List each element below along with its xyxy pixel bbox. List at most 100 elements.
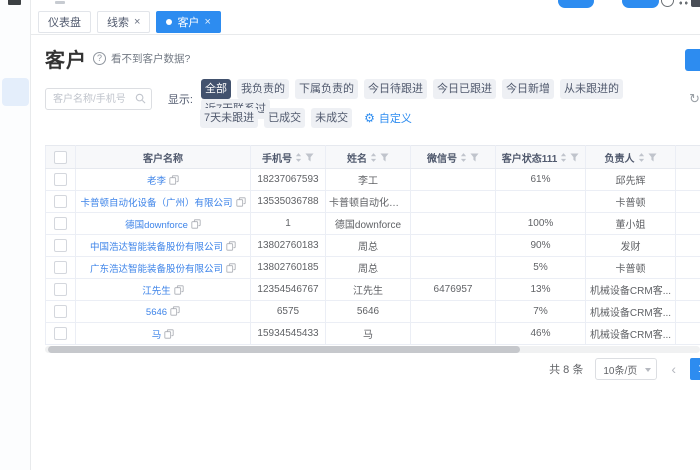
wechat-cell: [410, 212, 496, 235]
column-label: 微信号: [427, 153, 457, 165]
copy-icon[interactable]: [235, 196, 246, 207]
filter-funnel-icon[interactable]: [305, 152, 314, 162]
create-customer-button-partial[interactable]: [685, 49, 700, 71]
wechat-cell: 6476957: [410, 278, 496, 301]
row-checkbox[interactable]: [54, 305, 67, 318]
filter-button[interactable]: 7天未跟进: [200, 108, 259, 128]
prev-page-button[interactable]: ‹: [669, 362, 678, 376]
page-size-select[interactable]: 10条/页: [595, 358, 658, 380]
table-body: 老李 18237067593 李工 61% 邱先辉 卡普顿自动化设备（广州）有限公司 135…: [45, 168, 700, 345]
help-link[interactable]: 看不到客户数据?: [111, 51, 190, 66]
phone-cell: 6575: [250, 300, 326, 323]
refresh-icon[interactable]: ↻: [689, 91, 700, 107]
owner-cell: 董小姐: [585, 212, 676, 235]
customer-name-link[interactable]: 卡普顿自动化设备（广州）有限公司: [80, 198, 232, 209]
horizontal-scrollbar-track[interactable]: [45, 346, 700, 353]
avatar[interactable]: [691, 0, 700, 7]
customer-name-link[interactable]: 5646: [146, 307, 167, 318]
filter-funnel-icon[interactable]: [647, 152, 657, 162]
customer-name-cell: 江先生: [75, 278, 251, 301]
row-checkbox[interactable]: [54, 173, 67, 186]
sort-icon[interactable]: [560, 152, 567, 163]
horizontal-scrollbar-thumb[interactable]: [48, 346, 520, 353]
contract-cell: [675, 168, 700, 191]
filter-button[interactable]: 未成交: [311, 108, 353, 128]
page-1-button[interactable]: 1: [690, 358, 700, 380]
copy-icon[interactable]: [191, 218, 201, 229]
copy-icon[interactable]: [164, 328, 174, 339]
filter-button[interactable]: 今日待跟进: [363, 79, 427, 99]
wechat-cell: [410, 234, 496, 257]
help-icon[interactable]: [661, 0, 674, 7]
wechat-cell: [410, 190, 496, 213]
customer-name-link[interactable]: 老李: [147, 176, 166, 187]
filter-button[interactable]: 已成交: [264, 108, 306, 128]
customer-name-link[interactable]: 德国downforce: [125, 220, 188, 231]
filter-funnel-icon[interactable]: [570, 152, 579, 162]
customer-name-link[interactable]: 中国浩达智能装备股份有限公司: [90, 242, 223, 253]
close-icon[interactable]: ×: [204, 16, 210, 28]
customer-name-cell: 老李: [75, 168, 251, 191]
customer-name-cell: 广东浩达智能装备股份有限公司: [75, 256, 251, 279]
copy-icon[interactable]: [170, 305, 180, 316]
phone-cell: 13802760185: [250, 256, 326, 279]
filter-button[interactable]: 我负责的: [236, 79, 289, 99]
close-icon[interactable]: ×: [134, 16, 140, 28]
topbar-primary-button-1[interactable]: [558, 0, 594, 8]
customer-name-link[interactable]: 江先生: [142, 286, 171, 297]
row-checkbox[interactable]: [54, 261, 67, 274]
checkbox-cell: [45, 322, 76, 345]
total-count: 共 8 条: [549, 364, 584, 376]
custom-filter-label: 自定义: [378, 113, 412, 125]
column-header: 负责人: [585, 145, 676, 169]
custom-filter-button[interactable]: ⚙ 自定义: [364, 110, 412, 126]
checkbox-cell: [45, 190, 76, 213]
tab-customers[interactable]: 客户 ×: [156, 11, 221, 33]
table-row: 中国浩达智能装备股份有限公司 13802760183 周总 90% 发财: [45, 234, 700, 257]
copy-icon[interactable]: [226, 262, 236, 273]
tab-bar: 仪表盘 线索 × 客户 ×: [38, 11, 227, 33]
row-checkbox[interactable]: [54, 217, 67, 230]
column-label: 姓名: [347, 153, 367, 165]
search-icon[interactable]: [135, 93, 146, 104]
wechat-cell: [410, 300, 496, 323]
checkbox-cell: [45, 168, 76, 191]
contract-cell: 3: [675, 278, 700, 301]
status-cell: 5%: [495, 256, 586, 279]
apps-grid-icon[interactable]: [678, 0, 689, 6]
tab-label: 线索: [107, 17, 129, 29]
filter-button[interactable]: 从未跟进的: [559, 79, 623, 99]
crm-customer-page: { "colors": { "primary": "#2d8cf0", "fil…: [0, 0, 700, 470]
question-circle-icon[interactable]: ?: [93, 52, 106, 65]
topbar-primary-button-2[interactable]: [622, 0, 659, 8]
select-all-checkbox[interactable]: [54, 150, 67, 164]
filter-button[interactable]: 全部: [200, 79, 231, 99]
row-checkbox[interactable]: [54, 283, 67, 296]
sidebar-item-active[interactable]: [2, 78, 29, 106]
sort-icon[interactable]: [295, 152, 302, 163]
filter-group-2: 7天未跟进 已成交 未成交: [200, 108, 358, 128]
tab-leads[interactable]: 线索 ×: [97, 11, 151, 33]
filter-funnel-icon[interactable]: [380, 152, 389, 162]
copy-icon[interactable]: [174, 284, 184, 295]
customer-name-link[interactable]: 马: [152, 330, 162, 341]
tabbar-divider: [31, 34, 700, 35]
row-checkbox[interactable]: [54, 327, 67, 340]
contact-name-cell: 周总: [325, 256, 411, 279]
sort-icon[interactable]: [638, 152, 645, 163]
filter-button[interactable]: 今日新增: [501, 79, 554, 99]
filter-funnel-icon[interactable]: [470, 152, 479, 162]
copy-icon[interactable]: [226, 240, 236, 251]
filter-button[interactable]: 今日已跟进: [432, 79, 496, 99]
customer-name-link[interactable]: 广东浩达智能装备股份有限公司: [90, 264, 223, 275]
row-checkbox[interactable]: [54, 239, 67, 252]
sort-icon[interactable]: [460, 152, 467, 163]
tab-dashboard[interactable]: 仪表盘: [38, 11, 91, 33]
copy-icon[interactable]: [169, 174, 179, 185]
menu-icon[interactable]: [8, 0, 21, 5]
sort-icon[interactable]: [370, 152, 377, 163]
customer-table-wrap: 客户名称 手机号 姓名 微信号 客户状态111 负责人 合同 老李 18237067593李工…: [45, 145, 700, 345]
table-row: 马15934545433马46%机械设备CRM客...1: [45, 322, 700, 345]
row-checkbox[interactable]: [54, 195, 67, 208]
filter-button[interactable]: 下属负责的: [294, 79, 358, 99]
